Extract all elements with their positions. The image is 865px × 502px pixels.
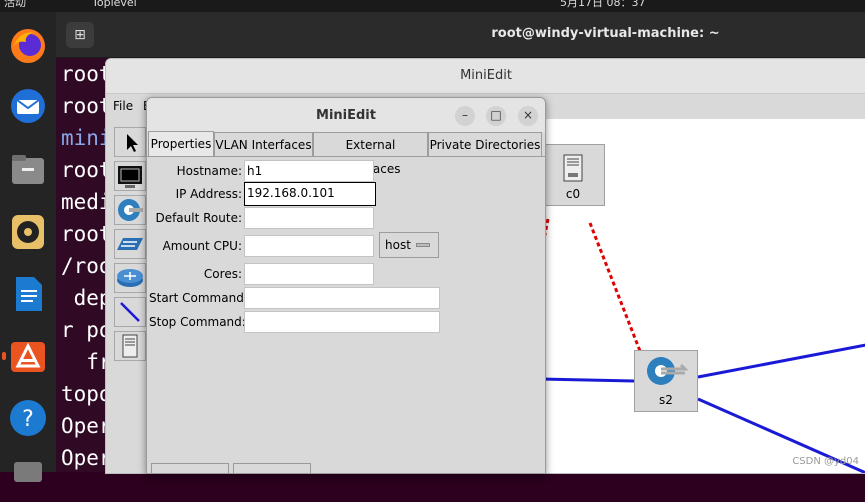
ok-button[interactable]	[151, 463, 229, 473]
trash-icon[interactable]	[8, 458, 48, 498]
clock[interactable]: 5月17日 08：37	[560, 0, 646, 8]
default-route-label: Default Route:	[155, 211, 242, 225]
tool-palette	[112, 119, 148, 473]
hostname-label: Hostname:	[176, 164, 242, 178]
control-link	[588, 222, 642, 352]
controller-icon	[563, 154, 583, 182]
activities-button[interactable]: 活动	[4, 0, 26, 8]
cores-label: Cores:	[203, 267, 242, 281]
terminal-line: Oper	[61, 414, 112, 438]
stop-command-label: Stop Command:	[149, 315, 246, 329]
ip-address-label: IP Address:	[175, 187, 242, 201]
terminal-line: dep	[61, 286, 112, 310]
miniedit-title: MiniEdit	[106, 59, 865, 94]
terminal-line: r po	[61, 318, 112, 342]
amount-cpu-label: Amount CPU:	[162, 239, 242, 253]
terminal-line: /roo	[61, 254, 112, 278]
link-tool[interactable]	[114, 297, 146, 327]
start-command-label: Start Command:	[149, 291, 248, 305]
files-icon[interactable]	[8, 150, 48, 190]
thunderbird-icon[interactable]	[8, 86, 48, 126]
dock: ?	[0, 12, 56, 482]
default-route-input[interactable]	[244, 207, 374, 229]
select-tool[interactable]	[114, 127, 146, 157]
tab-vlan-interfaces[interactable]: VLAN Interfaces	[214, 132, 313, 156]
tab-private-directories[interactable]: Private Directories	[428, 132, 542, 156]
top-bar: 活动 Toplevel 5月17日 08：37	[0, 0, 865, 12]
stop-command-input[interactable]	[244, 311, 440, 333]
terminal-line: Oper	[61, 446, 112, 470]
switch-node[interactable]: s2	[634, 350, 698, 412]
router-tool[interactable]	[114, 263, 146, 293]
node-label: s2	[659, 393, 673, 407]
start-command-input[interactable]	[244, 287, 440, 309]
controller-node[interactable]: c0	[541, 144, 605, 206]
terminal-line: root	[61, 94, 112, 118]
cpu-scheduler-value: host	[385, 238, 411, 252]
host-tool[interactable]	[114, 161, 146, 191]
svg-text:?: ?	[22, 407, 34, 432]
terminal-line: root	[61, 222, 112, 246]
writer-icon[interactable]	[8, 274, 48, 314]
host-properties-dialog: MiniEdit – □ × Properties VLAN Interface…	[146, 97, 546, 474]
terminal-line: root	[61, 62, 112, 86]
maximize-button[interactable]: □	[486, 106, 506, 126]
tab-properties[interactable]: Properties	[148, 131, 214, 157]
terminal-header: ⊞ root@windy-virtual-machine: ~	[56, 12, 865, 58]
cancel-button[interactable]	[233, 463, 311, 473]
terminal-line: mini	[61, 126, 112, 150]
appcenter-icon[interactable]	[2, 336, 48, 376]
terminal-line: medi	[61, 190, 112, 214]
node-label: c0	[565, 187, 581, 201]
terminal-line: root	[61, 158, 112, 182]
network-link	[697, 343, 865, 379]
switch-tool[interactable]	[114, 195, 146, 225]
cores-input[interactable]	[244, 263, 374, 285]
menu-file[interactable]: File	[113, 99, 133, 113]
hostname-input[interactable]: h1	[244, 160, 374, 182]
legacy-switch-tool[interactable]	[114, 229, 146, 259]
ip-address-input[interactable]: 192.168.0.101	[244, 182, 376, 206]
minimize-button[interactable]: –	[455, 106, 475, 126]
rhythmbox-icon[interactable]	[8, 212, 48, 252]
terminal-line: topo	[61, 382, 112, 406]
amount-cpu-input[interactable]	[244, 235, 374, 257]
controller-tool[interactable]	[114, 331, 146, 361]
terminal-line: fr	[61, 350, 112, 374]
cpu-scheduler-select[interactable]: host	[379, 232, 439, 258]
watermark: CSDN @yd04	[792, 456, 859, 467]
dropdown-indicator-icon	[416, 243, 430, 247]
terminal-title: root@windy-virtual-machine: ~	[491, 26, 720, 41]
switch-icon	[647, 357, 689, 385]
help-icon[interactable]: ?	[8, 398, 48, 438]
firefox-icon[interactable]	[8, 26, 48, 66]
app-menu[interactable]: Toplevel	[92, 0, 137, 8]
tab-external-interfaces[interactable]: External Interfaces	[313, 132, 428, 176]
close-button[interactable]: ×	[518, 106, 538, 126]
network-link	[539, 377, 635, 383]
